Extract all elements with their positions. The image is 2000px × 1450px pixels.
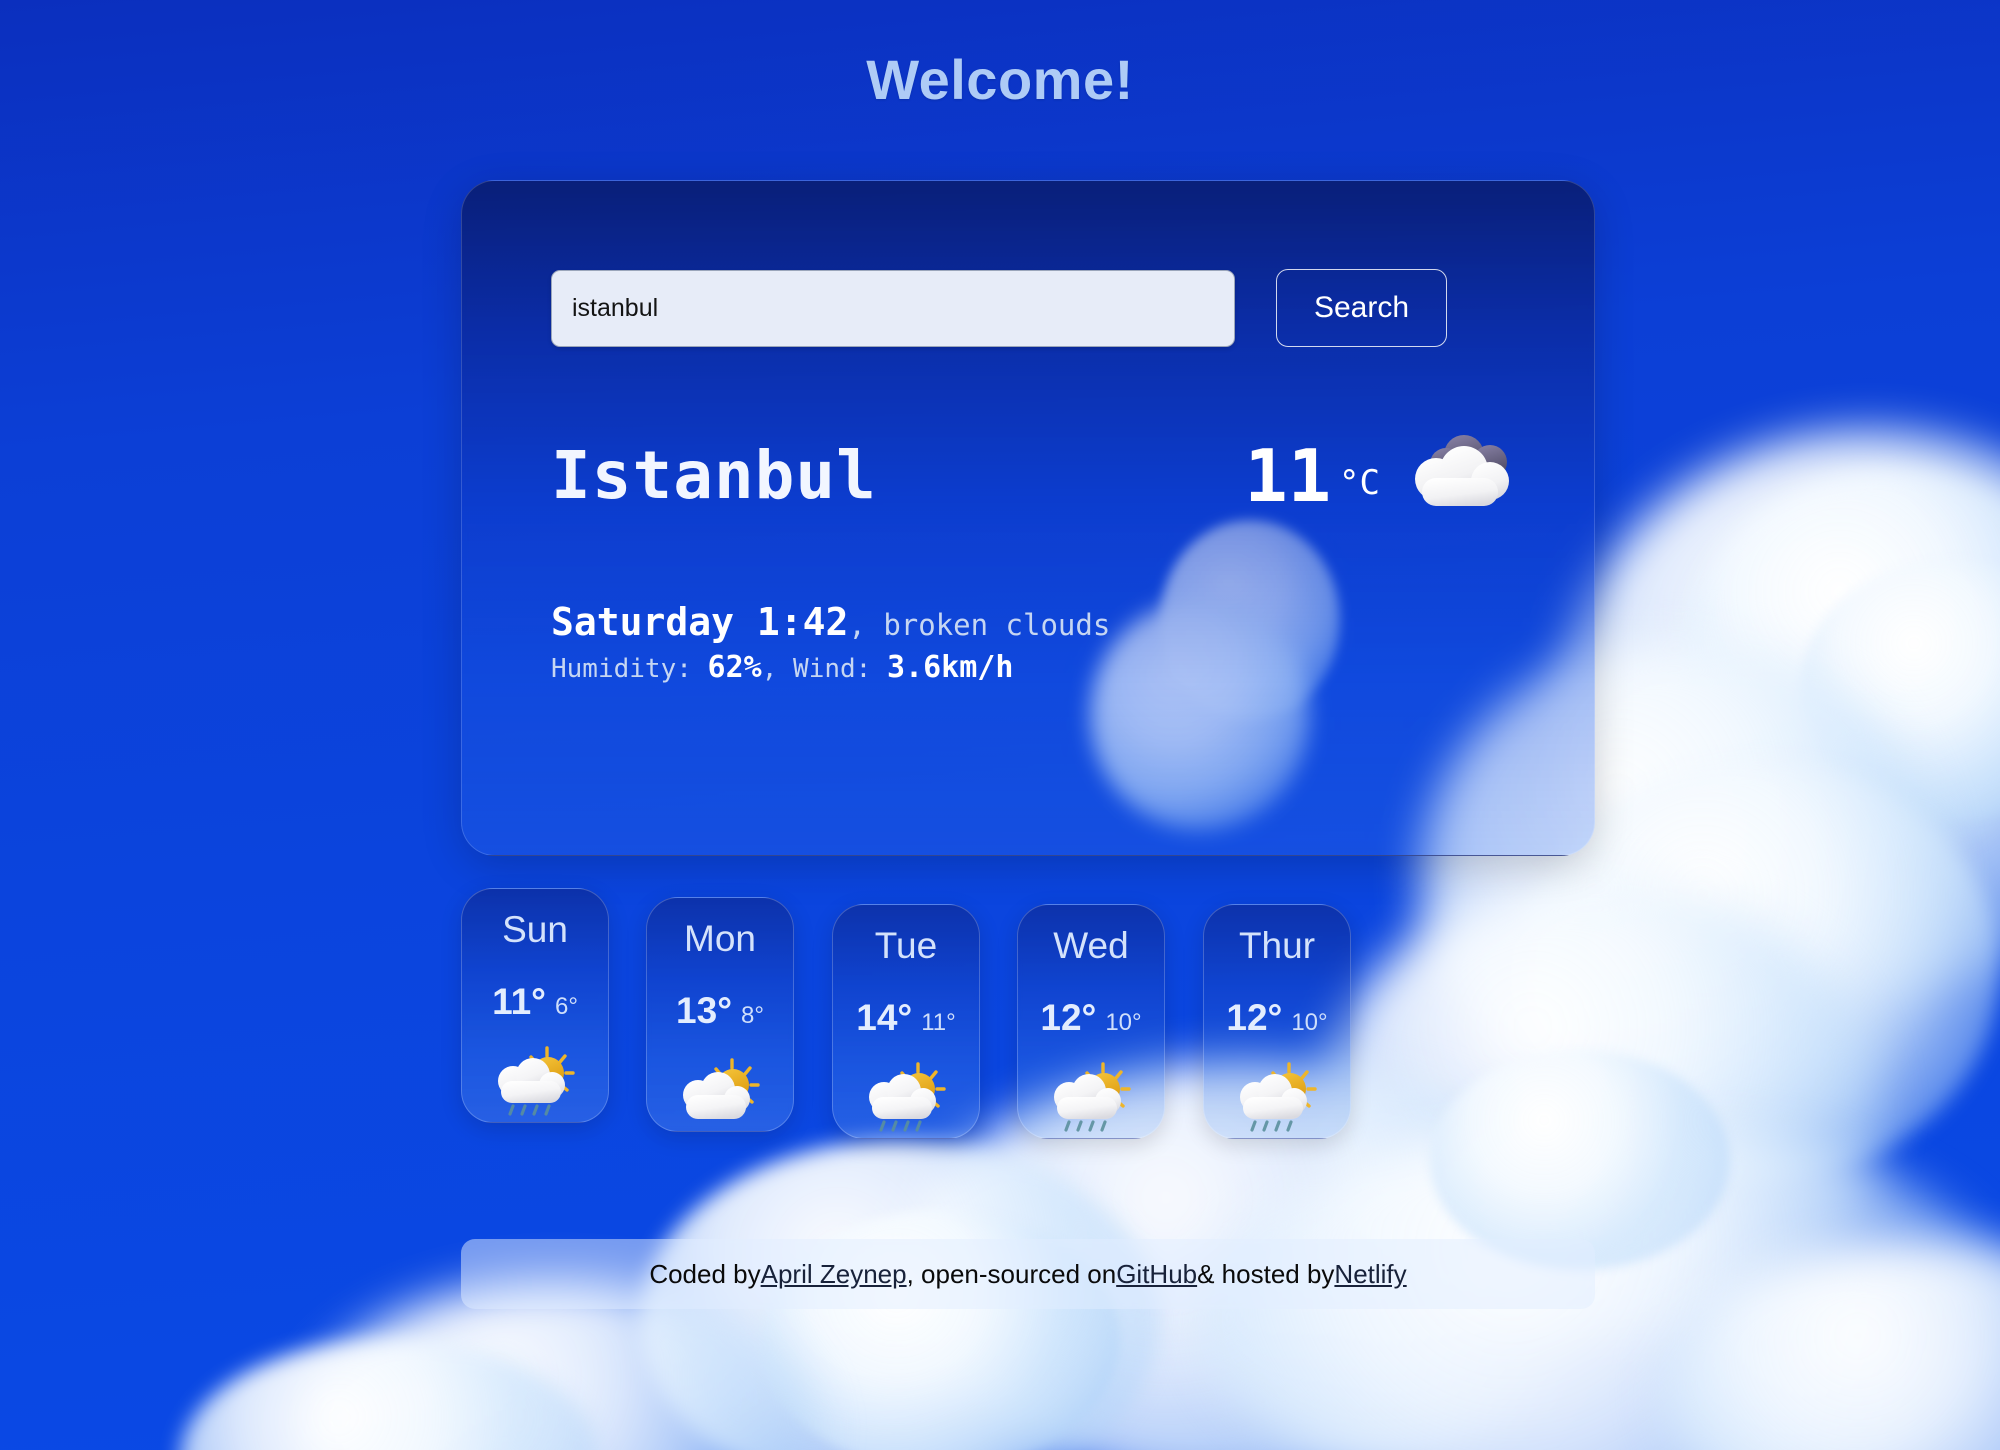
footer-credits: Coded by April Zeynep, open-sourced on G… xyxy=(461,1239,1595,1309)
sun-behind-rain-cloud-icon xyxy=(487,1043,583,1122)
weather-details: Saturday 1:42, broken clouds Humidity: 6… xyxy=(551,600,1110,686)
search-form: Search xyxy=(551,269,1447,347)
forecast-high: 13° xyxy=(676,990,732,1031)
wind-label: , Wind: xyxy=(761,653,887,684)
search-input[interactable] xyxy=(551,269,1235,347)
github-link[interactable]: GitHub xyxy=(1116,1259,1197,1290)
sun-behind-cloud-icon xyxy=(672,1052,768,1131)
forecast-temps: 12° 10° xyxy=(1040,997,1141,1039)
forecast-low: 6° xyxy=(554,993,578,1020)
sun-behind-rain-cloud-icon xyxy=(1043,1059,1139,1138)
weather-condition: , broken clouds xyxy=(848,608,1111,642)
forecast-day-label: Tue xyxy=(874,925,938,966)
footer-middle-2: & hosted by xyxy=(1197,1258,1335,1289)
humidity-value: 62% xyxy=(707,649,762,685)
wind-value: 3.6km/h xyxy=(886,649,1014,685)
city-temperature-row: Istanbul 11 °C xyxy=(462,431,1594,520)
forecast-high: 14° xyxy=(856,997,913,1038)
city-name: Istanbul xyxy=(551,436,877,514)
temperature-unit: °C xyxy=(1339,462,1380,503)
sun-behind-rain-cloud-icon xyxy=(858,1059,954,1138)
search-button[interactable]: Search xyxy=(1276,269,1447,347)
temperature-block: 11 °C xyxy=(1244,431,1518,520)
broken-clouds-icon xyxy=(1402,431,1518,520)
temperature-value: 11 xyxy=(1244,433,1332,518)
forecast-temps: 13° 8° xyxy=(676,990,764,1032)
netlify-link[interactable]: Netlify xyxy=(1334,1259,1406,1290)
forecast-day-label: Thur xyxy=(1238,925,1316,966)
forecast-card-mon[interactable]: Mon 13° 8° xyxy=(646,897,794,1132)
forecast-low: 8° xyxy=(741,1002,764,1029)
author-link[interactable]: April Zeynep xyxy=(761,1259,907,1290)
sun-behind-rain-cloud-icon xyxy=(1229,1059,1325,1138)
forecast-high: 12° xyxy=(1040,997,1097,1038)
forecast-strip: Sun 11° 6° Mon 13° 8° Tue 14° 11° Wed 12… xyxy=(461,888,1595,1148)
footer-middle: , open-sourced on xyxy=(906,1258,1117,1289)
current-weather-card: Search Istanbul 11 °C xyxy=(461,180,1595,856)
forecast-day-label: Wed xyxy=(1053,925,1129,966)
forecast-temps: 12° 10° xyxy=(1226,997,1327,1039)
humidity-label: Humidity: xyxy=(551,653,708,684)
forecast-card-sun[interactable]: Sun 11° 6° xyxy=(461,888,609,1123)
footer-prefix: Coded by xyxy=(649,1258,761,1289)
forecast-low: 10° xyxy=(1291,1009,1328,1036)
forecast-day-label: Sun xyxy=(502,909,568,950)
forecast-low: 10° xyxy=(1105,1009,1142,1036)
forecast-high: 12° xyxy=(1226,997,1283,1038)
forecast-card-tue[interactable]: Tue 14° 11° xyxy=(832,904,980,1139)
forecast-temps: 11° 6° xyxy=(492,981,578,1023)
forecast-card-thur[interactable]: Thur 12° 10° xyxy=(1203,904,1351,1139)
forecast-low: 11° xyxy=(921,1009,956,1036)
page-title: Welcome! xyxy=(866,48,1134,111)
forecast-day-label: Mon xyxy=(684,918,756,959)
forecast-card-wed[interactable]: Wed 12° 10° xyxy=(1017,904,1165,1139)
day-time: Saturday 1:42 xyxy=(551,600,849,644)
forecast-temps: 14° 11° xyxy=(856,997,955,1039)
forecast-high: 11° xyxy=(492,981,546,1022)
